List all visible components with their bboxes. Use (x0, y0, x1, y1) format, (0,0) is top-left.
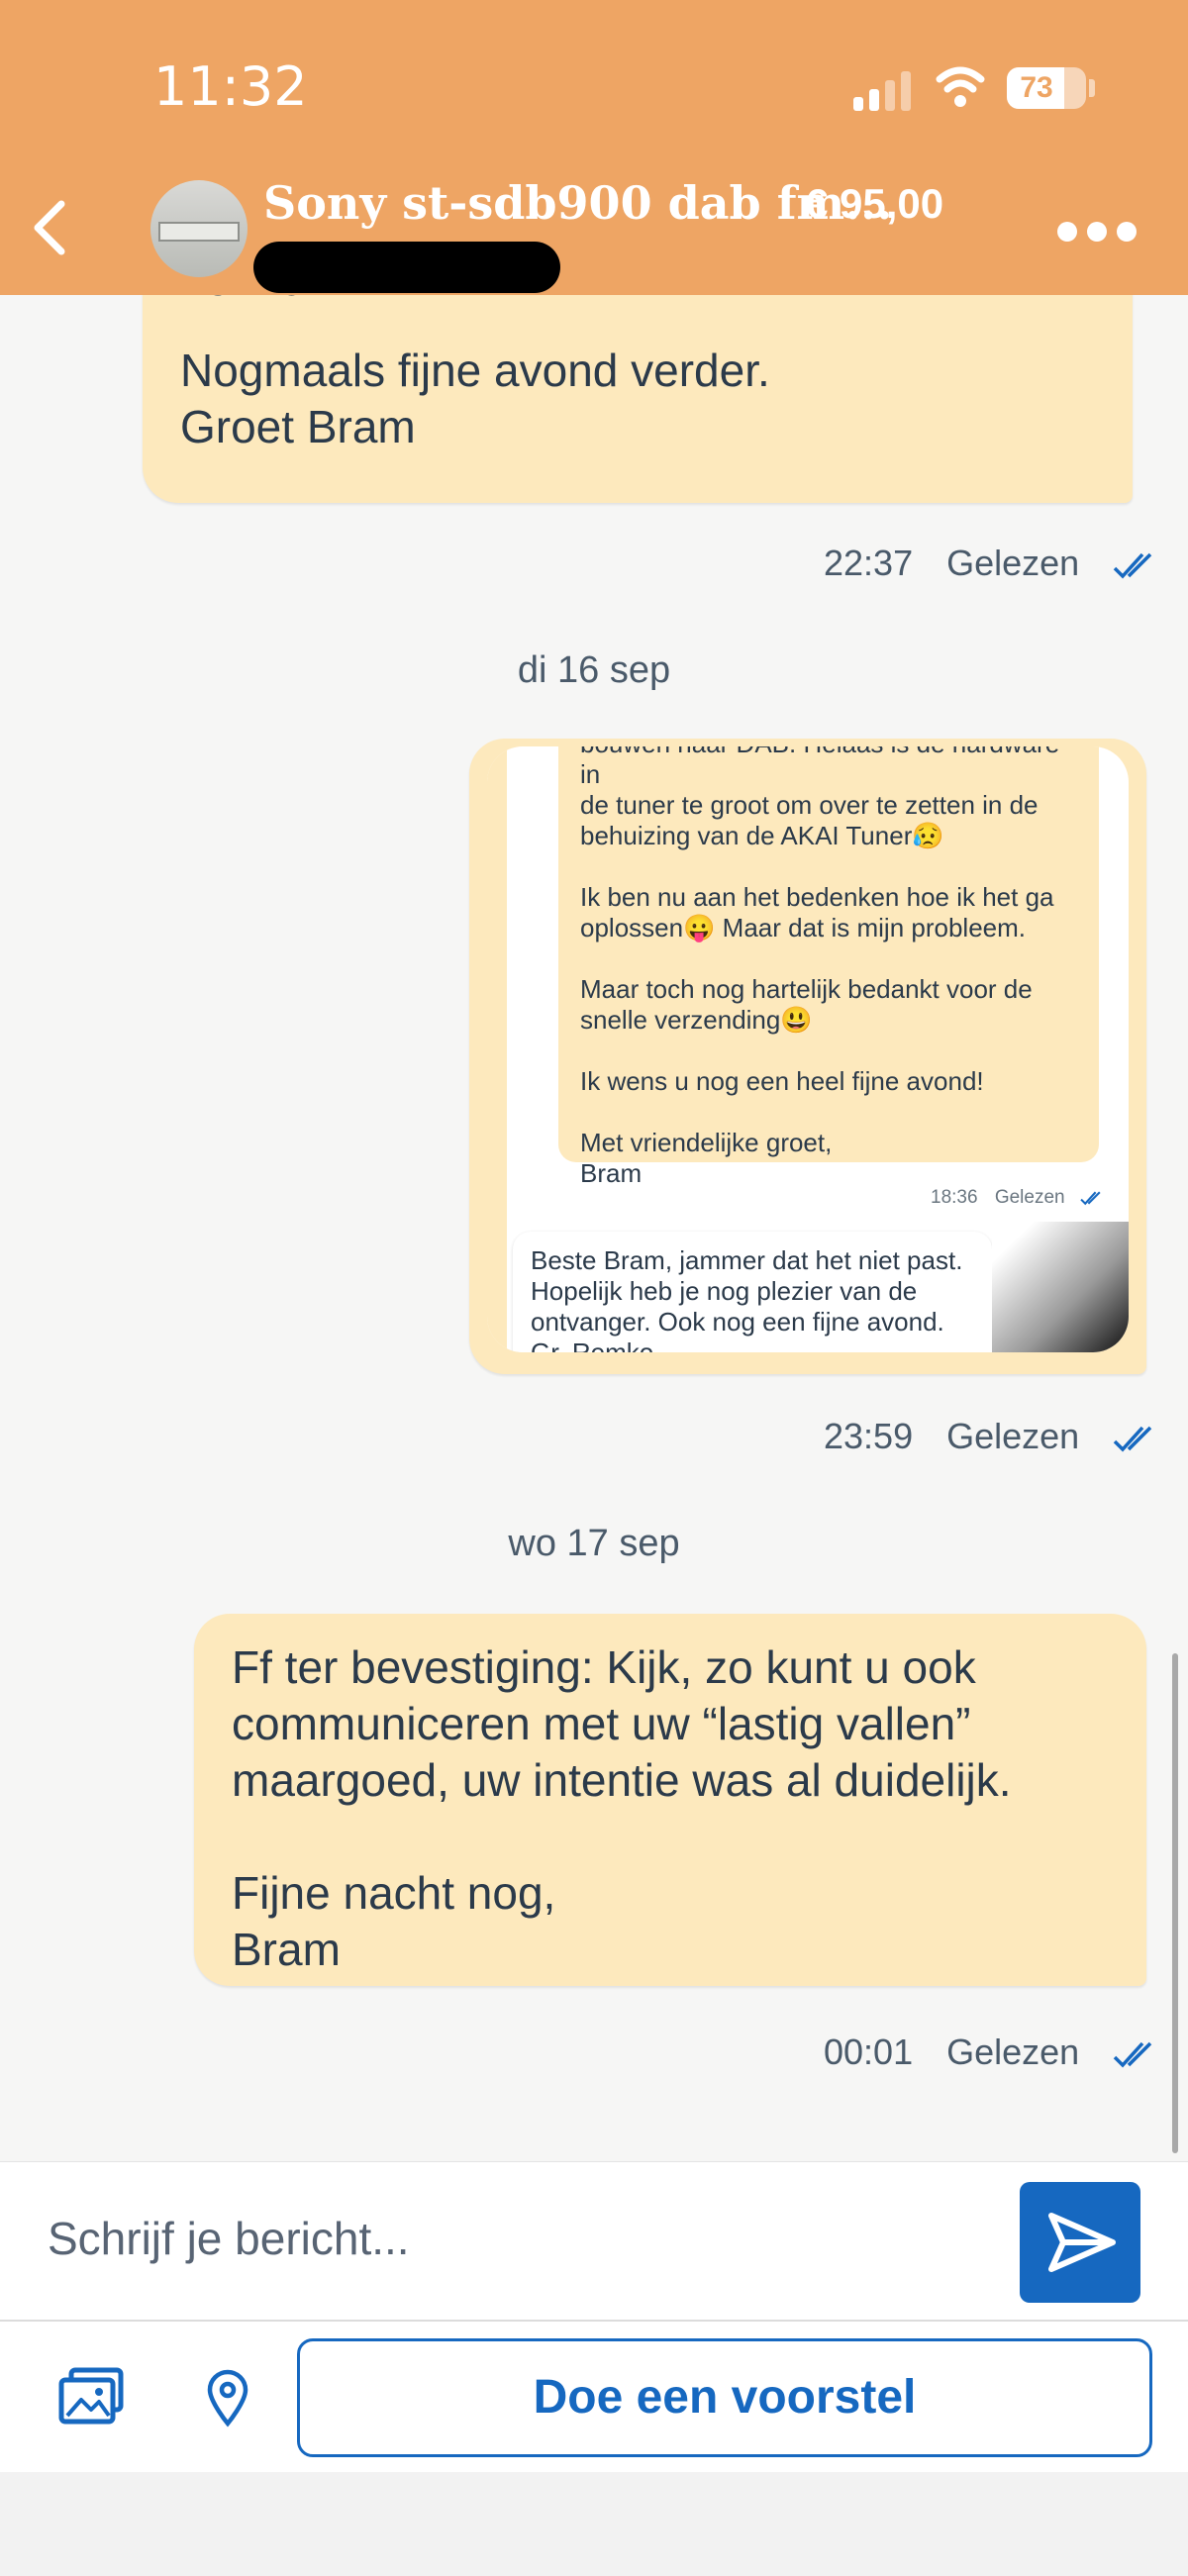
battery-nub (1089, 79, 1095, 97)
quoted-reply-text: Beste Bram, jammer dat het niet past. Ho… (531, 1245, 963, 1352)
double-check-icon (1113, 2042, 1152, 2069)
message-text: Nogmaals fijne avond verder. Groet Bram (180, 345, 770, 452)
location-pin-icon[interactable] (204, 2368, 251, 2427)
quoted-outgoing-clipped: bouwen naar DAB. Helaas is de hardware i… (580, 746, 1059, 789)
read-status: Gelezen (946, 543, 1080, 583)
quoted-meta: 18:36 Gelezen (931, 1187, 1104, 1209)
quoted-outgoing-text: de tuner te groot om over te zetten in d… (580, 790, 1054, 1188)
double-check-icon (1113, 553, 1152, 580)
home-indicator-area (0, 2472, 1188, 2576)
quoted-reply-message: Beste Bram, jammer dat het niet past. Ho… (513, 1232, 992, 1352)
message-meta: 00:01 Gelezen (824, 2031, 1158, 2073)
attached-screenshot[interactable]: bouwen naar DAB. Helaas is de hardware i… (487, 746, 1129, 1352)
listing-price: € 95,00 (805, 180, 944, 227)
message-list[interactable]: 75x10mm. Nogmaals fijne avond verder. Gr… (0, 295, 1188, 2161)
quoted-outgoing-message: bouwen naar DAB. Helaas is de hardware i… (558, 746, 1099, 1188)
double-check-icon (1080, 1191, 1101, 1206)
redacted-username (253, 242, 560, 293)
listing-title[interactable]: Sony st-sdb900 dab fm... (263, 176, 892, 230)
message-bubble: 75x10mm. Nogmaals fijne avond verder. Gr… (143, 295, 1133, 503)
scrollbar[interactable] (1172, 1653, 1178, 2153)
back-icon[interactable] (20, 188, 79, 267)
device-illustration (158, 222, 240, 242)
signal-icon (853, 67, 913, 111)
quoted-time: 18:36 (931, 1187, 978, 1208)
message-composer: Schrijf je bericht... (0, 2161, 1188, 2320)
battery-level: 73 (1020, 71, 1053, 104)
battery-indicator: 73 (1007, 67, 1086, 109)
send-button[interactable] (1020, 2182, 1140, 2303)
message-bubble: Ff ter bevestiging: Kijk, zo kunt u ook … (194, 1614, 1146, 1986)
send-icon (1048, 2213, 1116, 2272)
message-time: 23:59 (824, 1416, 914, 1456)
date-separator: wo 17 sep (508, 1523, 680, 1564)
screenshot-edge (487, 746, 507, 1352)
message-time: 22:37 (824, 543, 914, 583)
double-check-icon (1113, 1427, 1152, 1453)
message-meta: 23:59 Gelezen (824, 1416, 1158, 1457)
date-separator: di 16 sep (517, 649, 671, 691)
status-time: 11:32 (153, 55, 308, 118)
read-status: Gelezen (946, 2031, 1080, 2072)
listing-thumbnail[interactable] (150, 180, 248, 277)
make-offer-button[interactable]: Doe een voorstel (297, 2338, 1152, 2457)
more-options-icon[interactable] (1057, 220, 1137, 244)
image-icon[interactable] (57, 2366, 127, 2427)
message-text-clipped: 75x10mm. (180, 295, 393, 308)
message-meta: 22:37 Gelezen (824, 543, 1158, 584)
message-text: Ff ter bevestiging: Kijk, zo kunt u ook … (232, 1641, 1012, 1975)
wifi-icon (936, 66, 985, 107)
message-time: 00:01 (824, 2031, 914, 2072)
quoted-status: Gelezen (994, 1187, 1065, 1208)
message-input[interactable]: Schrijf je bericht... (48, 2212, 410, 2265)
image-shadow-overlay (992, 1222, 1129, 1352)
read-status: Gelezen (946, 1416, 1080, 1456)
